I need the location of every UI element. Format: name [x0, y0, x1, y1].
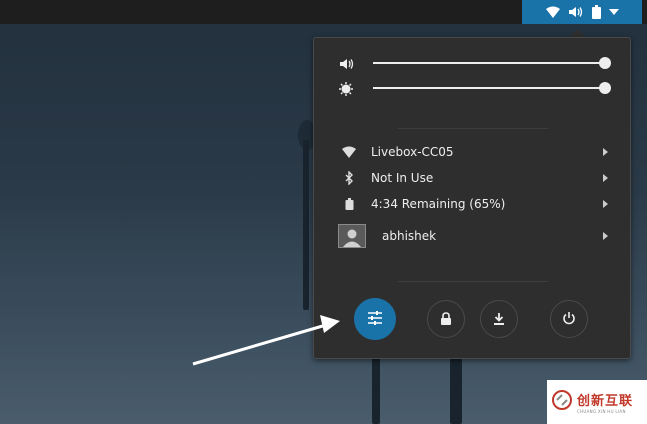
volume-track[interactable]: [373, 57, 611, 69]
system-status-area[interactable]: [522, 0, 642, 24]
wifi-menu-item[interactable]: Livebox-CC05: [338, 141, 610, 163]
separator: [398, 128, 548, 129]
lock-button[interactable]: [427, 300, 465, 338]
bluetooth-menu-item[interactable]: Not In Use: [338, 167, 610, 189]
user-menu-item[interactable]: abhishek: [338, 222, 610, 250]
settings-button[interactable]: [354, 298, 396, 340]
brightness-knob[interactable]: [599, 82, 611, 94]
watermark-logo: 创新互联 CHUANG XIN HU LIAN: [547, 380, 647, 424]
power-button[interactable]: [550, 300, 588, 338]
sliders-icon: [367, 310, 383, 329]
power-icon: [562, 310, 576, 329]
watermark-text: 创新互联: [577, 394, 634, 409]
volume-icon: [339, 56, 355, 70]
chevron-right-icon: [603, 232, 608, 240]
suspend-button[interactable]: [480, 300, 518, 338]
logo-icon: [551, 389, 573, 415]
bluetooth-label: Not In Use: [371, 171, 434, 185]
chevron-right-icon: [603, 148, 608, 156]
system-menu: Livebox-CC05 Not In Use 4:34 Remaining (…: [313, 37, 631, 359]
lock-icon: [440, 310, 452, 329]
bluetooth-icon: [338, 171, 360, 185]
download-icon: [493, 310, 505, 329]
battery-menu-item[interactable]: 4:34 Remaining (65%): [338, 193, 610, 215]
brightness-track[interactable]: [373, 82, 611, 94]
volume-icon: [568, 6, 584, 18]
volume-knob[interactable]: [599, 57, 611, 69]
wifi-icon: [545, 6, 560, 18]
chevron-right-icon: [603, 174, 608, 182]
user-label: abhishek: [382, 229, 437, 243]
battery-icon: [338, 198, 360, 210]
brightness-icon: [339, 81, 355, 96]
battery-icon: [591, 5, 601, 19]
volume-fill: [373, 62, 605, 64]
user-avatar: [338, 224, 366, 248]
brightness-fill: [373, 87, 605, 89]
watermark-subtext: CHUANG XIN HU LIAN: [577, 409, 626, 414]
battery-label: 4:34 Remaining (65%): [371, 197, 506, 211]
wifi-label: Livebox-CC05: [371, 145, 454, 159]
volume-slider[interactable]: [339, 56, 611, 70]
wifi-icon: [338, 146, 360, 158]
separator: [398, 281, 548, 282]
chevron-right-icon: [603, 200, 608, 208]
brightness-slider[interactable]: [339, 81, 611, 96]
dropdown-arrow-icon: [608, 9, 619, 15]
